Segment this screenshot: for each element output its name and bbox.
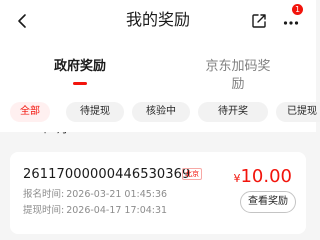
apply-time-row: 报名时间: 2026-03-21 01:45:36 — [23, 189, 167, 201]
notification-badge: 1 — [292, 4, 303, 15]
withdraw-time-value: 2026-04-17 17:04:31 — [66, 205, 168, 216]
apply-time-value: 2026-03-21 01:45:36 — [66, 189, 168, 200]
withdraw-time-row: 提现时间: 2026-04-17 17:04:31 — [23, 205, 167, 217]
filter-chip-verifying[interactable]: 核验中 — [132, 102, 190, 122]
reward-amount: ¥10.00 — [233, 166, 292, 188]
status-filter-bar: 全部 待提现 核验中 待开奖 已提现 — [0, 90, 320, 132]
tab-jd-bonus-reward[interactable]: 京东加码奖励 — [202, 58, 274, 94]
back-button[interactable] — [10, 9, 34, 33]
share-icon — [252, 14, 266, 28]
chevron-left-icon — [18, 14, 26, 28]
tab-government-reward[interactable]: 政府奖励 — [52, 58, 108, 76]
nav-bar: 我的奖励 1 — [0, 0, 316, 42]
reward-card[interactable]: 26117000000446530369 北京 报名时间: 2026-03-21 … — [10, 152, 306, 234]
filter-chip-withdrawn[interactable]: 已提现 — [276, 102, 320, 122]
order-number: 26117000000446530369 — [23, 167, 191, 182]
filter-chip-all[interactable]: 全部 — [10, 102, 50, 122]
filter-chip-pending-withdraw[interactable]: 待提现 — [66, 102, 124, 122]
active-tab-indicator — [73, 82, 87, 85]
amount-value: 10.00 — [240, 166, 292, 187]
withdraw-time-label: 提现时间: — [23, 205, 65, 216]
view-reward-button[interactable]: 查看奖励 — [240, 191, 296, 213]
apply-time-label: 报名时间: — [23, 189, 65, 200]
filter-chip-pending-draw[interactable]: 待开奖 — [198, 102, 268, 122]
share-button[interactable] — [247, 9, 271, 33]
region-tag: 北京 — [182, 168, 202, 180]
reward-type-tabs: 政府奖励 京东加码奖励 — [0, 42, 316, 92]
